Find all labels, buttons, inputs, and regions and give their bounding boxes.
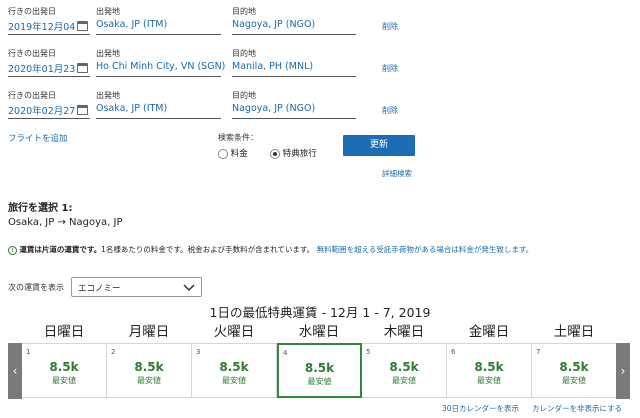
weekday-label: 木曜日 <box>383 324 425 340</box>
day-fare: 8.5k <box>389 360 419 374</box>
calendar-day-cell[interactable]: 7 8.5k 最安値 <box>532 343 617 398</box>
day-fare: 8.5k <box>134 360 164 374</box>
notice-bold: 運賃は片道の運賃です。 <box>19 245 102 254</box>
destination-label: 目的地 <box>232 49 256 58</box>
baggage-fee-link[interactable]: 無料範囲を超える受託手荷物がある場合は料金が発生致します。 <box>317 245 534 254</box>
fare-notice: i 運賃は片道の運賃です。1名様あたりの料金です。税金および手数料が含まれていま… <box>8 244 533 255</box>
destination-field[interactable]: Manila, PH (MNL) <box>232 61 356 77</box>
calendar-icon[interactable] <box>77 105 88 115</box>
calendar-icon[interactable] <box>77 21 88 31</box>
trip-route: Osaka, JP → Nagoya, JP <box>8 217 123 228</box>
day-number: 3 <box>196 348 201 356</box>
fare-class-value: エコノミー <box>78 284 121 294</box>
day-number: 6 <box>451 348 456 356</box>
day-fare: 8.5k <box>49 360 79 374</box>
day-fare: 8.5k <box>559 360 589 374</box>
weekday-label: 月曜日 <box>128 324 170 340</box>
delete-segment-link[interactable]: 削除 <box>382 63 398 74</box>
weekday-label: 土曜日 <box>553 324 595 340</box>
day-number: 7 <box>536 348 541 356</box>
notice-text: 1名様あたりの料金です。税金および手数料が含まれています。 <box>101 245 315 254</box>
delete-segment-link[interactable]: 削除 <box>382 105 398 116</box>
origin-label: 出発地 <box>96 91 120 100</box>
show-30day-calendar-link[interactable]: 30日カレンダーを表示 <box>442 403 519 414</box>
day-number: 2 <box>111 348 116 356</box>
radio-fare-label: 料金 <box>230 149 248 159</box>
weekday-label: 火曜日 <box>213 324 255 340</box>
calendar-day-cell[interactable]: 4 8.5k 最安値 <box>277 343 362 398</box>
weekday-label: 金曜日 <box>468 324 510 340</box>
radio-fare[interactable]: 料金 <box>218 147 248 159</box>
origin-field[interactable]: Ho Chi Minh City, VN (SGN) <box>96 61 225 77</box>
origin-value: Ho Chi Minh City, VN (SGN) <box>96 61 226 72</box>
day-fare-note: 最安値 <box>307 377 332 386</box>
fare-class-label: 次の運賃を表示 <box>8 283 64 292</box>
add-flight-link[interactable]: フライトを追加 <box>8 132 68 144</box>
destination-label: 目的地 <box>232 91 256 100</box>
day-fare: 8.5k <box>474 360 504 374</box>
day-fare-note: 最安値 <box>392 376 416 385</box>
info-icon: i <box>8 245 17 255</box>
day-number: 4 <box>283 349 288 357</box>
destination-field[interactable]: Nagoya, JP (NGO) <box>232 103 356 119</box>
date-label: 行きの出発日 <box>8 91 56 100</box>
fare-class-select[interactable]: エコノミー <box>71 277 202 297</box>
origin-value: Osaka, JP (ITM) <box>96 19 168 30</box>
destination-value: Manila, PH (MNL) <box>232 61 314 72</box>
hide-calendar-link[interactable]: カレンダーを非表示にする <box>532 403 622 414</box>
chevron-down-icon <box>183 284 195 292</box>
day-number: 5 <box>366 348 371 356</box>
calendar-day-cell[interactable]: 5 8.5k 最安値 <box>362 343 447 398</box>
update-button[interactable]: 更新 <box>343 135 415 156</box>
calendar-next-button[interactable]: › <box>616 343 630 399</box>
day-fare-note: 最安値 <box>562 376 586 385</box>
day-fare-note: 最安値 <box>137 376 161 385</box>
search-condition-label: 検索条件： <box>218 133 258 142</box>
day-fare: 8.5k <box>304 361 335 375</box>
day-fare-note: 最安値 <box>222 376 246 385</box>
origin-field[interactable]: Osaka, JP (ITM) <box>96 19 221 35</box>
calendar-prev-button[interactable]: ‹ <box>8 343 22 399</box>
origin-label: 出発地 <box>96 49 120 58</box>
date-value: 2019年12月04日 <box>8 22 85 33</box>
date-value: 2020年02月27日 <box>8 106 85 117</box>
destination-field[interactable]: Nagoya, JP (NGO) <box>232 19 356 35</box>
chevron-right-icon: › <box>620 364 626 378</box>
radio-award-label: 特典旅行 <box>282 149 317 159</box>
day-fare-note: 最安値 <box>52 376 76 385</box>
date-label: 行きの出発日 <box>8 7 56 16</box>
destination-value: Nagoya, JP (NGO) <box>232 103 316 114</box>
weekday-label: 水曜日 <box>298 324 340 340</box>
origin-value: Osaka, JP (ITM) <box>96 103 168 114</box>
calendar-day-cell[interactable]: 3 8.5k 最安値 <box>192 343 277 398</box>
date-label: 行きの出発日 <box>8 49 56 58</box>
calendar-day-cell[interactable]: 6 8.5k 最安値 <box>447 343 532 398</box>
calendar-title: 1日の最低特典運賃 - 12月 1 - 7, 2019 <box>209 305 431 320</box>
weekday-label: 日曜日 <box>43 324 85 340</box>
destination-value: Nagoya, JP (NGO) <box>232 19 316 30</box>
calendar-day-cell[interactable]: 1 8.5k 最安値 <box>22 343 107 398</box>
date-value: 2020年01月23日 <box>8 64 85 75</box>
day-fare-note: 最安値 <box>477 376 501 385</box>
origin-field[interactable]: Osaka, JP (ITM) <box>96 103 221 119</box>
calendar-icon[interactable] <box>77 63 88 73</box>
delete-segment-link[interactable]: 削除 <box>382 21 398 32</box>
day-fare: 8.5k <box>219 360 249 374</box>
day-number: 1 <box>26 348 31 356</box>
origin-label: 出発地 <box>96 7 120 16</box>
radio-award[interactable]: 特典旅行 <box>270 147 317 159</box>
advanced-search-link[interactable]: 詳細検索 <box>382 168 412 179</box>
radio-fare-circle[interactable] <box>218 148 228 159</box>
chevron-left-icon: ‹ <box>12 364 18 378</box>
trip-heading: 旅行を選択 1: <box>8 203 73 214</box>
calendar-day-cell[interactable]: 2 8.5k 最安値 <box>107 343 192 398</box>
destination-label: 目的地 <box>232 7 256 16</box>
radio-award-circle[interactable] <box>270 148 280 159</box>
